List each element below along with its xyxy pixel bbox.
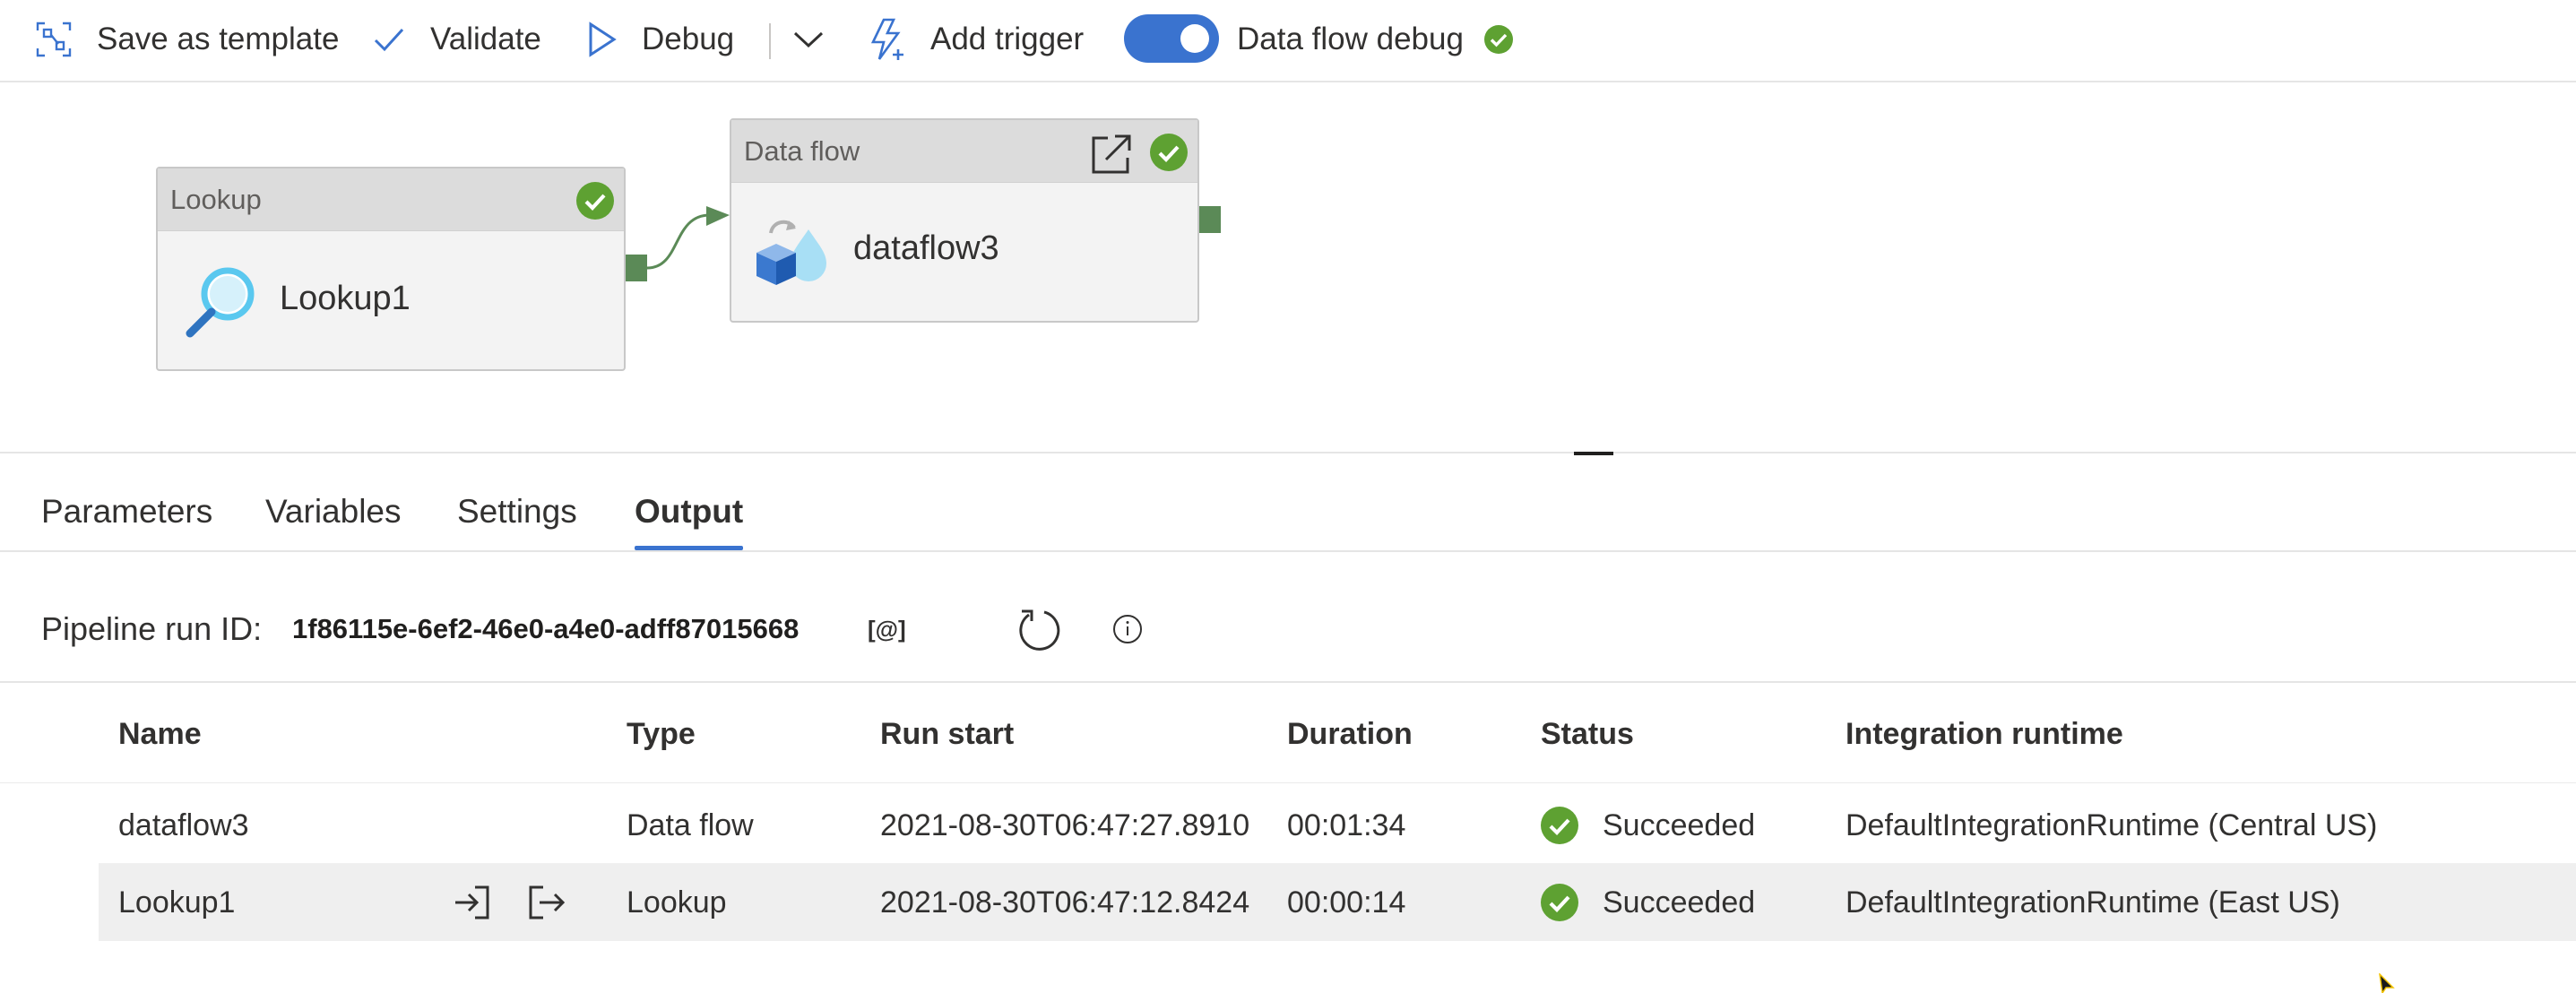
tab-parameters[interactable]: Parameters [41, 475, 212, 550]
success-check-icon [1541, 884, 1578, 921]
dataflow-icon [756, 220, 826, 285]
debug-button[interactable]: Debug [586, 0, 734, 79]
debug-label: Debug [642, 22, 735, 56]
table-row[interactable]: Lookup1 Lookup 2021-08-30T06:47:12.8424 … [99, 864, 2576, 941]
column-header-integration-runtime: Integration runtime [1846, 717, 2123, 751]
row-status: Succeeded [1603, 808, 1756, 842]
input-icon[interactable] [452, 884, 491, 921]
dataflow-node-header: Data flow [731, 120, 1197, 183]
data-flow-debug-status: Data flow debug [1237, 0, 1514, 79]
dataflow-activity-node[interactable]: Data flow dataflow3 [730, 118, 1199, 323]
save-as-template-label: Save as template [97, 22, 340, 56]
dataflow-node-name: dataflow3 [853, 229, 999, 267]
success-check-icon [576, 182, 614, 220]
dataflow-output-port[interactable] [1199, 206, 1221, 233]
row-duration: 00:00:14 [1287, 885, 1406, 920]
mouse-cursor-icon [2379, 973, 2395, 993]
success-check-icon [1150, 134, 1188, 171]
save-as-template-button[interactable]: Save as template [34, 0, 339, 79]
toggle-knob [1180, 24, 1209, 53]
properties-tabs: Parameters Variables Settings Output [0, 475, 2576, 552]
row-type: Data flow [627, 808, 754, 842]
toolbar-separator [769, 23, 771, 59]
table-row[interactable]: dataflow3 Data flow 2021-08-30T06:47:27.… [99, 787, 2576, 864]
panel-resize-handle[interactable] [1574, 452, 1613, 455]
info-icon[interactable] [1111, 613, 1144, 645]
add-trigger-label: Add trigger [930, 22, 1085, 56]
validate-button[interactable]: Validate [371, 0, 541, 79]
row-name[interactable]: dataflow3 [118, 787, 249, 864]
play-icon [589, 22, 617, 57]
row-name[interactable]: Lookup1 [118, 864, 235, 941]
lookup-node-type: Lookup [170, 184, 262, 215]
pipeline-canvas[interactable]: Lookup Lookup1 Data flow dataflow3 [0, 84, 2576, 452]
tab-variables[interactable]: Variables [265, 475, 402, 550]
column-header-type: Type [627, 717, 696, 751]
tab-settings[interactable]: Settings [457, 475, 577, 550]
success-check-icon [1541, 807, 1578, 844]
run-id-label: Pipeline run ID: [41, 610, 263, 647]
tab-output[interactable]: Output [635, 475, 744, 550]
refresh-icon[interactable] [1015, 606, 1063, 654]
validate-label: Validate [430, 22, 541, 56]
data-flow-debug-label: Data flow debug [1237, 22, 1464, 56]
add-trigger-button[interactable]: Add trigger [868, 0, 1084, 79]
column-header-name: Name [118, 717, 202, 751]
activity-connector-arrow [646, 206, 730, 270]
column-header-run-start: Run start [880, 717, 1015, 751]
checkmark-icon [374, 28, 404, 52]
pipeline-toolbar: Save as template Validate Debug Add trig… [0, 0, 2576, 82]
lookup-node-name: Lookup1 [280, 280, 411, 317]
column-header-status: Status [1541, 717, 1634, 751]
output-icon[interactable] [527, 884, 566, 921]
canvas-divider [0, 452, 2576, 453]
run-id-value: 1f86115e-6ef2-46e0-a4e0-adff87015668 [292, 613, 800, 644]
lookup-output-port[interactable] [626, 255, 647, 281]
row-run-start: 2021-08-30T06:47:12.8424 [880, 885, 1250, 920]
data-flow-debug-toggle[interactable] [1124, 14, 1219, 63]
lightning-icon [870, 18, 903, 60]
row-run-start: 2021-08-30T06:47:27.8910 [880, 808, 1250, 842]
pipeline-run-id-row: Pipeline run ID: 1f86115e-6ef2-46e0-a4e0… [41, 602, 1142, 656]
lookup-node-header: Lookup [158, 168, 624, 231]
row-status: Succeeded [1603, 885, 1756, 920]
copy-run-id-button[interactable]: [@] [868, 616, 906, 643]
row-integration-runtime: DefaultIntegrationRuntime (Central US) [1846, 808, 2378, 842]
row-type: Lookup [627, 885, 727, 920]
table-header: Name Type Run start Duration Status Inte… [0, 681, 2576, 783]
lookup-activity-node[interactable]: Lookup Lookup1 [156, 167, 626, 371]
success-check-icon [1483, 25, 1513, 54]
chevron-down-icon [793, 31, 824, 48]
magnifier-icon [186, 267, 255, 338]
open-external-icon[interactable] [1090, 133, 1133, 176]
column-header-duration: Duration [1287, 717, 1413, 751]
dataflow-node-type: Data flow [744, 135, 860, 167]
row-duration: 00:01:34 [1287, 808, 1406, 842]
row-integration-runtime: DefaultIntegrationRuntime (East US) [1846, 885, 2340, 920]
debug-options-dropdown[interactable] [792, 0, 825, 79]
template-icon [36, 22, 72, 57]
